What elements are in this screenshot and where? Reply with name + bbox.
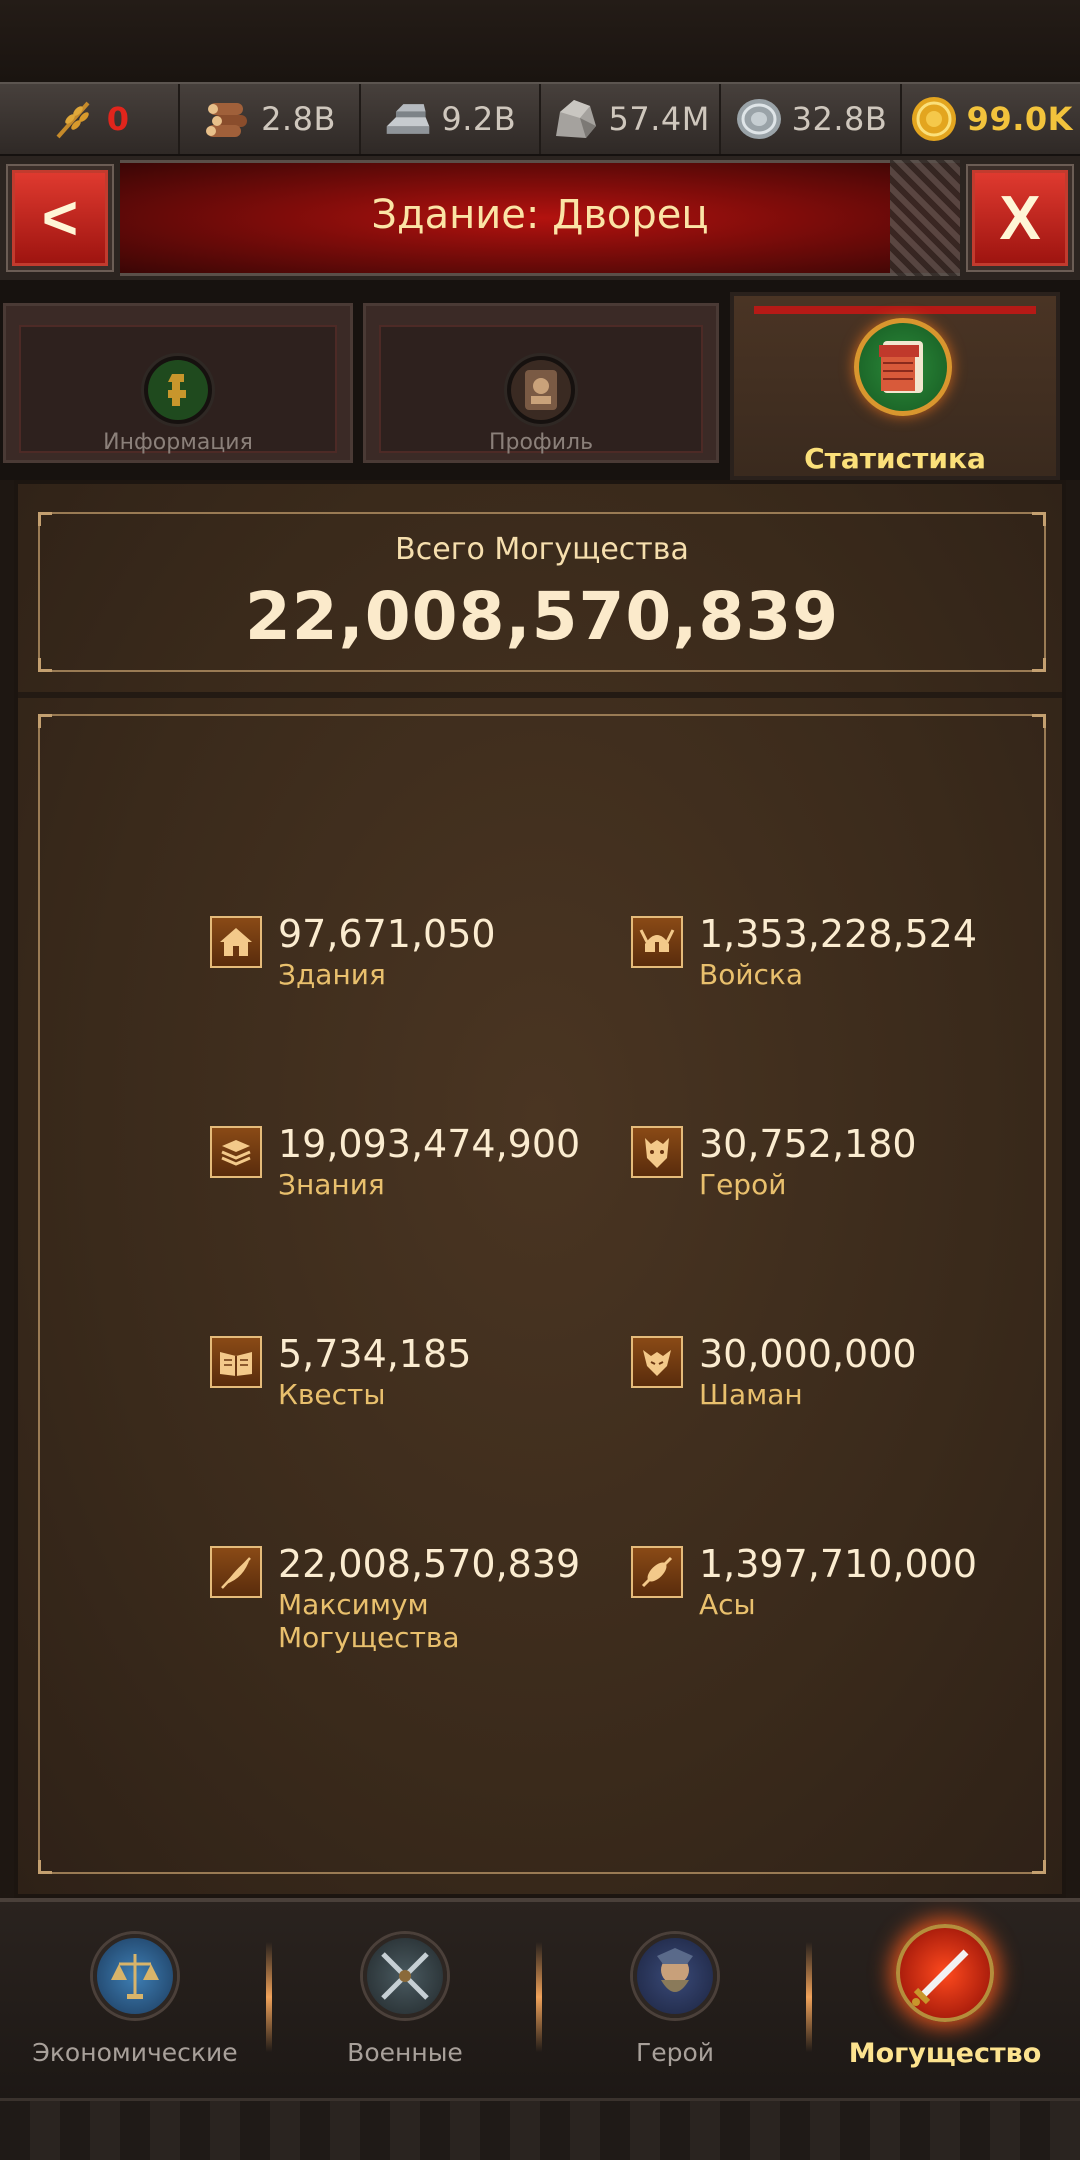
close-icon: X bbox=[999, 183, 1041, 253]
corner-ornament bbox=[38, 714, 52, 728]
stat-value: 97,671,050 bbox=[278, 912, 496, 956]
nav-label: Военные bbox=[347, 2038, 463, 2067]
stat-label: Войска bbox=[699, 958, 804, 991]
total-power-label: Всего Могущества bbox=[395, 532, 689, 567]
stat-value: 30,000,000 bbox=[699, 1332, 917, 1376]
wood-icon bbox=[203, 96, 253, 142]
resource-bar: 0 2.8B 9.2B 57.4M 32.8B 99.0K bbox=[0, 82, 1080, 156]
swords-icon bbox=[363, 1934, 447, 2018]
nav-label: Герой bbox=[635, 2038, 715, 2067]
resource-stone[interactable]: 57.4M bbox=[540, 84, 722, 154]
house-icon bbox=[210, 916, 262, 968]
stat-value: 1,353,228,524 bbox=[699, 912, 978, 956]
stat-shaman: 30,000,000 Шаман bbox=[631, 1332, 1031, 1452]
stone-icon bbox=[550, 96, 600, 142]
bottom-navigation: Экономические Военные Герой Могущество bbox=[0, 1898, 1080, 2098]
open-book-icon bbox=[210, 1336, 262, 1388]
hero-icon bbox=[631, 1126, 683, 1178]
nav-label: Могущество bbox=[848, 2038, 1042, 2069]
back-button[interactable]: < bbox=[8, 166, 112, 270]
info-icon bbox=[141, 353, 215, 427]
stat-hero: 30,752,180 Герой bbox=[631, 1122, 1031, 1242]
ace-icon bbox=[631, 1546, 683, 1598]
stat-aces: 1,397,710,000 Асы bbox=[631, 1542, 1031, 1662]
resource-wood[interactable]: 2.8B bbox=[180, 84, 361, 154]
stat-label: Максимум Могущества bbox=[278, 1588, 460, 1654]
resource-gold[interactable]: 99.0K bbox=[901, 84, 1080, 154]
stat-value: 22,008,570,839 bbox=[278, 1542, 581, 1586]
stat-label: Шаман bbox=[699, 1378, 803, 1411]
tab-statistics[interactable]: Статистика bbox=[730, 292, 1060, 480]
wheat-icon bbox=[49, 96, 99, 142]
nav-hero[interactable]: Герой bbox=[540, 1902, 810, 2102]
nav-military[interactable]: Военные bbox=[270, 1902, 540, 2102]
stat-label: Асы bbox=[699, 1588, 756, 1621]
stat-label: Знания bbox=[278, 1168, 385, 1201]
resource-value: 0 bbox=[106, 100, 130, 138]
tab-label: Статистика bbox=[804, 442, 986, 475]
resource-silver[interactable]: 32.8B bbox=[721, 84, 902, 154]
silver-icon bbox=[734, 96, 784, 142]
iron-icon bbox=[383, 96, 433, 142]
chevron-left-icon: < bbox=[41, 183, 79, 253]
total-power-value: 22,008,570,839 bbox=[244, 578, 840, 655]
page-title: Здание: Дворец bbox=[371, 192, 709, 238]
stat-buildings: 97,671,050 Здания bbox=[210, 912, 610, 1032]
profile-icon bbox=[504, 353, 578, 427]
corner-ornament bbox=[1032, 1860, 1046, 1874]
corner-ornament bbox=[1032, 714, 1046, 728]
resource-value: 99.0K bbox=[966, 100, 1073, 138]
corner-ornament bbox=[1032, 512, 1046, 526]
stat-label: Здания bbox=[278, 958, 386, 991]
resource-value: 2.8B bbox=[261, 100, 336, 138]
tab-label: Профиль bbox=[488, 430, 594, 455]
corner-ornament bbox=[38, 512, 52, 526]
window-header: Здание: Дворец < X bbox=[0, 156, 1080, 280]
stat-value: 30,752,180 bbox=[699, 1122, 917, 1166]
nav-power[interactable]: Могущество bbox=[810, 1902, 1080, 2102]
tab-active-indicator bbox=[754, 306, 1036, 314]
statistics-panel: Всего Могущества 22,008,570,839 97,671,0… bbox=[14, 480, 1066, 1898]
stat-value: 5,734,185 bbox=[278, 1332, 472, 1376]
scales-icon bbox=[93, 1934, 177, 2018]
resource-iron[interactable]: 9.2B bbox=[360, 84, 541, 154]
tab-bar: Информация Профиль Статистика bbox=[0, 280, 1080, 480]
stat-quests: 5,734,185 Квесты bbox=[210, 1332, 610, 1452]
resource-wheat[interactable]: 0 bbox=[0, 84, 181, 154]
hero-portrait-icon bbox=[633, 1934, 717, 2018]
stats-grid: 97,671,050 Здания 1,353,228,524 Войска 1… bbox=[38, 714, 1046, 1874]
flaming-sword-icon bbox=[896, 1924, 994, 2022]
tab-information[interactable]: Информация bbox=[0, 300, 356, 466]
resource-value: 9.2B bbox=[441, 100, 517, 138]
stat-max-power: 22,008,570,839 Максимум Могущества bbox=[210, 1542, 610, 1662]
tab-profile[interactable]: Профиль bbox=[360, 300, 722, 466]
close-button[interactable]: X bbox=[968, 166, 1072, 270]
bottom-ornament-strip bbox=[0, 2098, 1080, 2160]
books-icon bbox=[210, 1126, 262, 1178]
stat-label: Герой bbox=[699, 1168, 787, 1201]
resource-value: 32.8B bbox=[791, 100, 888, 138]
gold-icon bbox=[909, 96, 959, 142]
nav-label: Экономические bbox=[32, 2038, 238, 2067]
divider bbox=[18, 692, 1062, 698]
feather-icon bbox=[210, 1546, 262, 1598]
helmet-icon bbox=[631, 916, 683, 968]
stat-label: Квесты bbox=[278, 1378, 386, 1411]
status-bar-area bbox=[0, 0, 1080, 82]
shaman-icon bbox=[631, 1336, 683, 1388]
resource-value: 57.4M bbox=[608, 100, 710, 138]
corner-ornament bbox=[38, 1860, 52, 1874]
nav-economic[interactable]: Экономические bbox=[0, 1902, 270, 2102]
corner-ornament bbox=[38, 658, 52, 672]
tab-label: Информация bbox=[103, 430, 253, 455]
corner-ornament bbox=[1032, 658, 1046, 672]
stat-troops: 1,353,228,524 Войска bbox=[631, 912, 1031, 1032]
stat-value: 19,093,474,900 bbox=[278, 1122, 581, 1166]
statistics-icon bbox=[854, 318, 952, 416]
stat-value: 1,397,710,000 bbox=[699, 1542, 978, 1586]
total-power-box: Всего Могущества 22,008,570,839 bbox=[38, 512, 1046, 672]
stat-knowledge: 19,093,474,900 Знания bbox=[210, 1122, 610, 1242]
